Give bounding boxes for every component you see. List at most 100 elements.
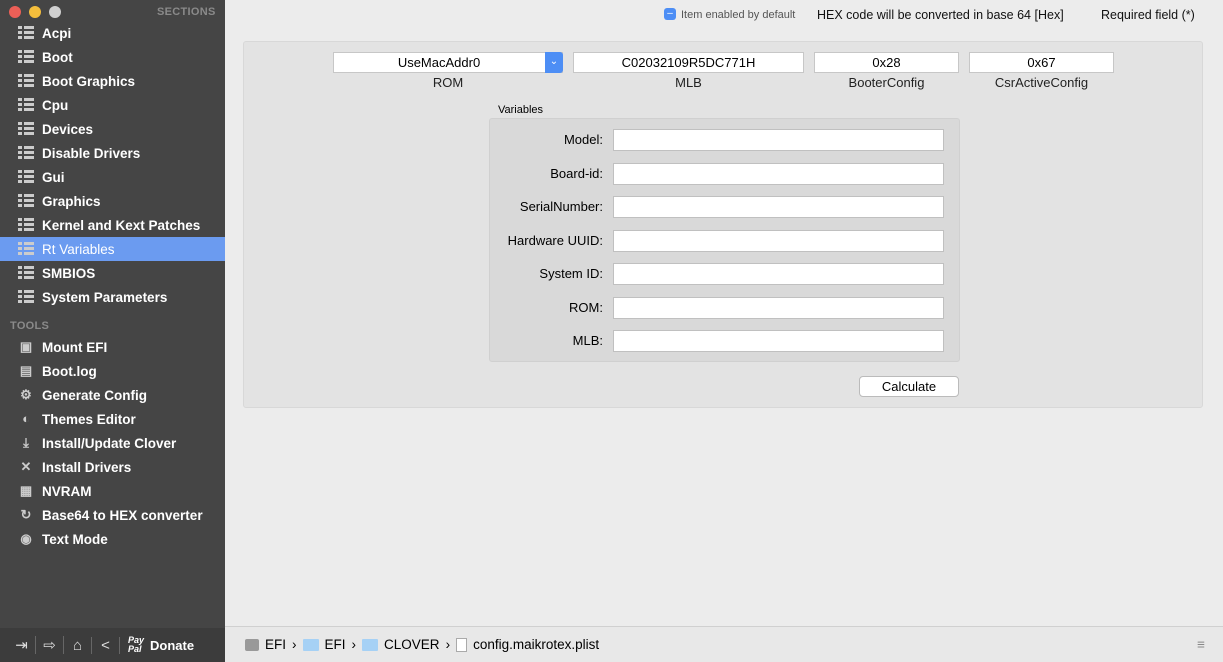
mlb-field[interactable]: C02032109R5DC771H bbox=[573, 52, 804, 73]
tool-item-install-drivers[interactable]: ✕ Install Drivers bbox=[0, 455, 225, 479]
sidebar-item-label: Graphics bbox=[42, 193, 101, 209]
variable-input[interactable] bbox=[613, 196, 944, 218]
tool-item-mount-efi[interactable]: ▣ Mount EFI bbox=[0, 335, 225, 359]
rom-select[interactable]: UseMacAddr0 ⌄ bbox=[333, 52, 563, 73]
variable-label: MLB: bbox=[572, 333, 603, 348]
sidebar-item-graphics[interactable]: Graphics bbox=[0, 189, 225, 213]
variable-input[interactable] bbox=[613, 263, 944, 285]
mount-icon: ▣ bbox=[19, 339, 33, 354]
path-bar: EFI › EFI › CLOVER › config.maikrotex.plist… bbox=[225, 626, 1223, 662]
tool-item-install-update-clover[interactable]: ⤓ Install/Update Clover bbox=[0, 431, 225, 455]
sidebar-item-boot-graphics[interactable]: Boot Graphics bbox=[0, 69, 225, 93]
close-button[interactable] bbox=[9, 6, 21, 18]
chevron-down-icon[interactable]: ⌄ bbox=[545, 52, 563, 73]
csr-active-config-label: CsrActiveConfig bbox=[994, 75, 1089, 90]
sidebar-item-smbios[interactable]: SMBIOS bbox=[0, 261, 225, 285]
sync-icon: ↻ bbox=[20, 507, 32, 522]
tools-icon: ✕ bbox=[20, 459, 32, 474]
hex-note: HEX code will be converted in base 64 [H… bbox=[817, 8, 1064, 22]
tools-header: TOOLS bbox=[10, 320, 50, 332]
download-icon: ⤓ bbox=[23, 435, 29, 450]
home-icon[interactable]: ⌂ bbox=[64, 636, 92, 654]
tool-item-label: NVRAM bbox=[42, 483, 92, 499]
tool-item-label: Boot.log bbox=[42, 363, 97, 379]
folder-icon bbox=[362, 638, 379, 651]
rom-label: ROM bbox=[432, 75, 464, 90]
sidebar-item-rt-variables[interactable]: Rt Variables bbox=[0, 237, 225, 261]
tool-item-label: Mount EFI bbox=[42, 339, 108, 355]
tool-item-nvram[interactable]: ▦ NVRAM bbox=[0, 479, 225, 503]
sidebar-item-boot[interactable]: Boot bbox=[0, 45, 225, 69]
tool-item-label: Themes Editor bbox=[42, 411, 136, 427]
list-icon bbox=[18, 146, 34, 160]
share-icon[interactable]: < bbox=[92, 636, 120, 654]
tool-item-label: Base64 to HEX converter bbox=[42, 507, 203, 523]
menu-icon[interactable]: ≡ bbox=[1197, 637, 1205, 652]
list-icon bbox=[18, 98, 34, 112]
tool-item-label: Install Drivers bbox=[42, 459, 132, 475]
sidebar: SECTIONS Acpi Boot Boot Graphics Cpu Devices… bbox=[0, 0, 225, 662]
tool-item-label: Text Mode bbox=[42, 531, 108, 547]
variables-group: Model: Board-id: SerialNumber: Hardware UUI… bbox=[489, 118, 960, 362]
sidebar-toolbar: ⇥ ⇨ ⌂ < Pay Pal Donate bbox=[0, 628, 225, 662]
variable-input[interactable] bbox=[613, 129, 944, 151]
path-item[interactable]: EFI bbox=[325, 637, 346, 652]
path-item[interactable]: config.maikrotex.plist bbox=[473, 637, 599, 652]
sidebar-item-cpu[interactable]: Cpu bbox=[0, 93, 225, 117]
sidebar-item-label: Acpi bbox=[42, 25, 72, 41]
sidebar-item-label: Cpu bbox=[42, 97, 69, 113]
export-icon[interactable]: ⇨ bbox=[36, 636, 64, 654]
booter-config-field[interactable]: 0x28 bbox=[814, 52, 959, 73]
chip-icon: ▦ bbox=[19, 483, 33, 498]
log-icon: ▤ bbox=[19, 363, 33, 378]
tool-item-label: Install/Update Clover bbox=[42, 435, 177, 451]
sidebar-item-gui[interactable]: Gui bbox=[0, 165, 225, 189]
tool-item-boot-log[interactable]: ▤ Boot.log bbox=[0, 359, 225, 383]
tool-item-themes-editor[interactable]: ◐ Themes Editor bbox=[0, 407, 225, 431]
list-icon bbox=[18, 122, 34, 136]
path-item[interactable]: CLOVER bbox=[384, 637, 440, 652]
folder-icon bbox=[302, 638, 319, 651]
sidebar-item-devices[interactable]: Devices bbox=[0, 117, 225, 141]
disk-icon bbox=[245, 638, 259, 651]
sidebar-item-label: Devices bbox=[42, 121, 94, 137]
list-icon bbox=[18, 290, 34, 304]
enabled-checkbox-icon: – bbox=[664, 8, 676, 20]
sections-header: SECTIONS bbox=[157, 6, 216, 18]
variable-input[interactable] bbox=[613, 330, 944, 352]
enabled-legend: Item enabled by default bbox=[681, 9, 796, 21]
import-icon[interactable]: ⇥ bbox=[8, 636, 36, 654]
list-icon bbox=[18, 26, 34, 40]
sidebar-item-kernel-and-kext-patches[interactable]: Kernel and Kext Patches bbox=[0, 213, 225, 237]
donate-button[interactable]: Pay Pal Donate bbox=[120, 636, 194, 654]
list-icon bbox=[18, 74, 34, 88]
variable-label: ROM: bbox=[569, 299, 603, 315]
booter-config-label: BooterConfig bbox=[848, 75, 925, 90]
tool-item-generate-config[interactable]: ⚙ Generate Config bbox=[0, 383, 225, 407]
list-icon bbox=[18, 194, 34, 208]
variable-input[interactable] bbox=[613, 229, 944, 252]
sidebar-item-acpi[interactable]: Acpi bbox=[0, 21, 225, 45]
sidebar-item-label: Kernel and Kext Patches bbox=[42, 217, 201, 233]
variable-label: Hardware UUID: bbox=[507, 232, 603, 248]
variables-title: Variables bbox=[498, 104, 544, 116]
sidebar-item-disable-drivers[interactable]: Disable Drivers bbox=[0, 141, 225, 165]
zoom-button[interactable] bbox=[49, 6, 61, 18]
variable-label: Model: bbox=[563, 132, 603, 147]
minimize-button[interactable] bbox=[29, 6, 41, 18]
eye-icon: ◉ bbox=[20, 531, 32, 546]
rt-variables-panel: UseMacAddr0 ⌄ ROM C02032109R5DC771H MLB … bbox=[243, 41, 1203, 408]
path-item[interactable]: EFI bbox=[265, 637, 286, 652]
gear-icon: ⚙ bbox=[20, 387, 32, 402]
csr-active-config-field[interactable]: 0x67 bbox=[969, 52, 1114, 73]
sidebar-item-system-parameters[interactable]: System Parameters bbox=[0, 285, 225, 309]
tool-item-text-mode[interactable]: ◉ Text Mode bbox=[0, 527, 225, 551]
list-icon bbox=[18, 50, 34, 64]
required-note: Required field (*) bbox=[1101, 8, 1195, 22]
variable-label: System ID: bbox=[539, 266, 603, 281]
tool-item-base64-to-hex-converter[interactable]: ↻ Base64 to HEX converter bbox=[0, 503, 225, 527]
variable-input[interactable] bbox=[613, 162, 944, 185]
variable-label: Board-id: bbox=[550, 165, 603, 181]
calculate-button[interactable]: Calculate bbox=[859, 376, 959, 397]
variable-input[interactable] bbox=[613, 296, 944, 319]
